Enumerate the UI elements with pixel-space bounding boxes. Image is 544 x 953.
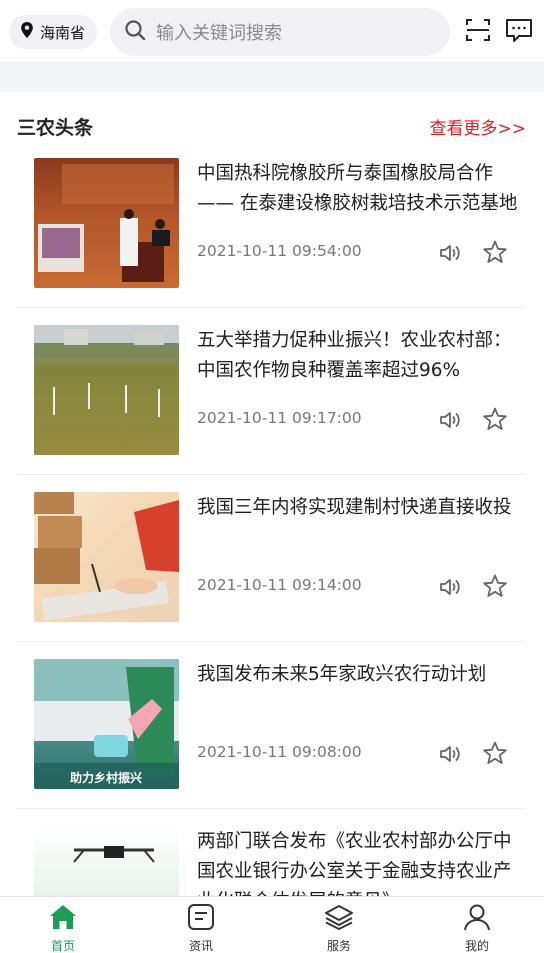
news-thumbnail: 助力乡村振兴 <box>34 659 179 789</box>
tab-services[interactable]: 服务 <box>309 903 369 953</box>
tab-profile[interactable]: 我的 <box>447 903 507 953</box>
news-time: 2021-10-11 09:14:00 <box>197 576 362 594</box>
star-icon[interactable] <box>482 406 508 432</box>
news-item[interactable]: 五大举措力促种业振兴！农业农村部：中国农作物良种覆盖率超过96% 2021-10… <box>17 308 525 475</box>
tab-news[interactable]: 资讯 <box>171 903 231 953</box>
location-pin-icon <box>19 21 35 43</box>
news-time: 2021-10-11 09:54:00 <box>197 242 362 260</box>
tab-label: 我的 <box>464 939 489 953</box>
user-icon <box>462 903 492 935</box>
news-title: 我国三年内将实现建制村快递直接收投 <box>197 497 512 518</box>
news-time: 2021-10-11 09:08:00 <box>197 743 362 761</box>
star-icon[interactable] <box>482 573 508 599</box>
news-item[interactable]: 中国热科院橡胶所与泰国橡胶局合作—— 在泰建设橡胶树栽培技术示范基地 2021-… <box>17 141 525 308</box>
message-icon[interactable] <box>505 16 533 44</box>
tab-label: 服务 <box>326 939 351 953</box>
speaker-icon[interactable] <box>437 741 463 767</box>
thumbnail-caption: 助力乡村振兴 <box>70 771 143 785</box>
news-title: 中国热科院橡胶所与泰国橡胶局合作—— 在泰建设橡胶树栽培技术示范基地 <box>197 163 518 214</box>
news-title: 五大举措力促种业振兴！农业农村部：中国农作物良种覆盖率超过96% <box>197 330 512 381</box>
speaker-icon[interactable] <box>437 240 463 266</box>
news-time: 2021-10-11 09:17:00 <box>197 409 362 427</box>
news-thumbnail <box>34 492 179 622</box>
section-title: 三农头条 <box>17 117 94 139</box>
location-selector[interactable]: 海南省 <box>9 15 98 49</box>
home-icon <box>48 903 78 935</box>
news-title: 我国发布未来5年家政兴农行动计划 <box>197 664 487 685</box>
news-thumbnail <box>34 325 179 455</box>
tab-label: 资讯 <box>188 939 213 953</box>
news-icon <box>186 903 216 935</box>
speaker-icon[interactable] <box>437 407 463 433</box>
tab-label: 首页 <box>50 939 75 953</box>
scan-icon[interactable] <box>464 16 492 44</box>
search-input[interactable]: 输入关键词搜索 <box>110 8 450 56</box>
star-icon[interactable] <box>482 239 508 265</box>
banner-spacer <box>0 62 544 92</box>
speaker-icon[interactable] <box>437 574 463 600</box>
bottom-tab-bar: 首页 资讯 服务 我的 <box>0 896 544 953</box>
search-icon <box>124 19 146 45</box>
location-label: 海南省 <box>40 23 86 42</box>
view-more-link[interactable]: 查看更多>> <box>430 114 527 139</box>
layers-icon <box>324 903 354 935</box>
news-thumbnail <box>34 158 179 288</box>
search-placeholder: 输入关键词搜索 <box>156 23 282 44</box>
tab-home[interactable]: 首页 <box>33 903 93 953</box>
news-item[interactable]: 助力乡村振兴 我国发布未来5年家政兴农行动计划 2021-10-11 09:08… <box>17 642 525 809</box>
news-item[interactable]: 我国三年内将实现建制村快递直接收投 2021-10-11 09:14:00 <box>17 475 525 642</box>
app-header: 海南省 输入关键词搜索 <box>0 0 544 62</box>
star-icon[interactable] <box>482 740 508 766</box>
